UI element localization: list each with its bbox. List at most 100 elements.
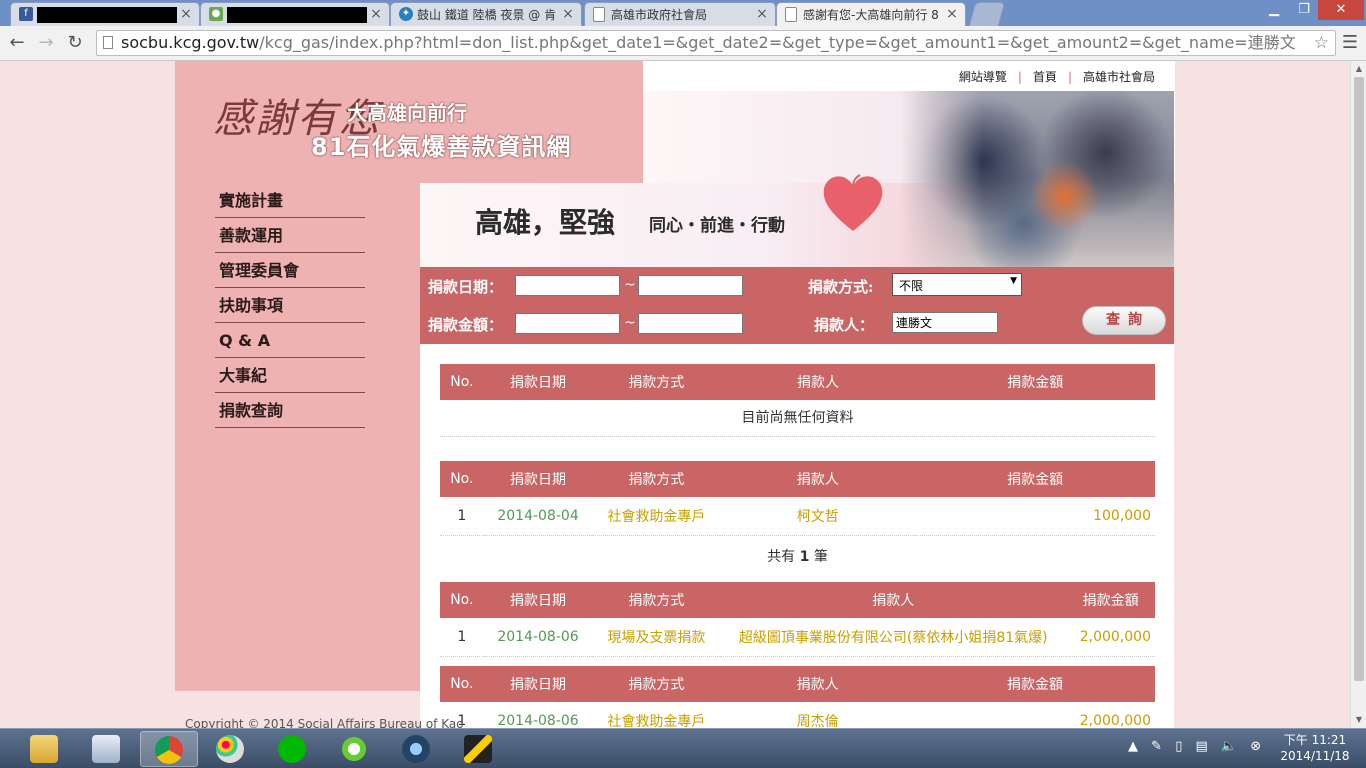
clock-time: 下午 11:21	[1283, 733, 1347, 747]
window-close-icon[interactable]: ✕	[1318, 0, 1364, 20]
menu-icon[interactable]: ☰	[1340, 31, 1360, 55]
taskbar-explorer[interactable]	[16, 731, 74, 767]
cell-amount: 2,000,000	[915, 702, 1155, 728]
result-count: 共有 1 筆	[440, 546, 1155, 566]
link-home[interactable]: 首頁	[1033, 70, 1057, 84]
taskbar-media[interactable]	[388, 731, 446, 767]
minimize-icon[interactable]: ▁	[1260, 0, 1288, 20]
sidebar-nav: 實施計畫 善款運用 管理委員會 扶助事項 Q & A 大事紀 捐款查詢	[215, 184, 365, 429]
tab-1[interactable]: f ×	[10, 2, 200, 26]
tab-5-active[interactable]: 感謝有您-大高雄向前行 8 ×	[776, 2, 966, 26]
col-amount: 捐款金額	[1007, 677, 1063, 693]
maps-icon: ●	[209, 7, 223, 21]
tab-title-redacted	[37, 7, 177, 23]
page-icon	[593, 7, 605, 22]
amount-to-input[interactable]	[638, 313, 743, 334]
site-container: 感謝有您 大高雄向前行 81石化氣爆善款資訊網 高雄，堅強 同心・前進・行動 網…	[175, 61, 1175, 728]
col-type: 捐款方式	[628, 375, 685, 391]
tilde: ~	[624, 315, 636, 331]
cell-type: 社會救助金專戶	[592, 497, 721, 536]
bookmark-star-icon[interactable]: ☆	[1314, 33, 1329, 53]
col-date: 捐款日期	[509, 375, 566, 391]
clock[interactable]: 下午 11:21 2014/11/18	[1270, 732, 1360, 764]
nav-item-committee[interactable]: 管理委員會	[215, 254, 365, 288]
close-tab-icon[interactable]: ×	[945, 6, 959, 22]
select-value: 不限	[899, 279, 924, 293]
nav-item-assistance[interactable]: 扶助事項	[215, 289, 365, 323]
close-tab-icon[interactable]: ×	[179, 6, 193, 22]
col-no: No.	[450, 471, 474, 487]
link-sitemap[interactable]: 網站導覽	[959, 70, 1007, 84]
table-header: No. 捐款日期 捐款方式 捐款人 捐款金額	[440, 666, 1155, 702]
tab-2[interactable]: ● ×	[200, 2, 390, 26]
cell-amount: 100,000	[915, 497, 1155, 536]
facebook-icon: f	[19, 7, 33, 21]
tray-arrow-icon[interactable]: ▲	[1128, 739, 1138, 754]
back-arrow-icon[interactable]: ←	[5, 31, 29, 55]
cell-type: 現場及支票捐款	[592, 618, 721, 657]
link-social-bureau[interactable]: 高雄市社會局	[1083, 70, 1155, 84]
results-table-3: No. 捐款日期 捐款方式 捐款人 捐款金額 1 2014-08-06 現場及支…	[440, 582, 1155, 657]
tray-close-icon[interactable]: ⊗	[1250, 739, 1261, 754]
scroll-up-icon[interactable]: ▲	[1351, 62, 1366, 76]
tab-strip: f × ● × ✦ 鼓山 鐵道 陸橋 夜景 @ 肯 × 高雄市政府社會局 × 感…	[0, 0, 1366, 26]
vertical-scrollbar[interactable]: ▲ ▼	[1350, 61, 1366, 728]
summary-prefix: 共有	[767, 549, 800, 565]
nav-item-timeline[interactable]: 大事紀	[215, 359, 365, 393]
donor-name-input[interactable]	[892, 312, 998, 333]
taskbar-chrome[interactable]	[140, 731, 198, 767]
col-donor: 捐款人	[796, 375, 839, 391]
page-viewport: 感謝有您 大高雄向前行 81石化氣爆善款資訊網 高雄，堅強 同心・前進・行動 網…	[0, 61, 1350, 728]
tray-phone-icon[interactable]: ▯	[1175, 739, 1182, 754]
tray-network-icon[interactable]: ▤	[1195, 739, 1207, 754]
date-to-input[interactable]	[638, 275, 743, 296]
results-table-1: No. 捐款日期 捐款方式 捐款人 捐款金額	[440, 364, 1155, 400]
cell-type: 社會救助金專戶	[592, 702, 721, 728]
close-tab-icon[interactable]: ×	[369, 6, 383, 22]
donation-type-select[interactable]: 不限 ▼	[892, 273, 1022, 296]
search-button[interactable]: 查詢	[1082, 306, 1166, 335]
dropdown-arrow-icon: ▼	[1010, 276, 1017, 286]
maximize-icon[interactable]: ❐	[1290, 0, 1318, 20]
reload-icon[interactable]: ↻	[63, 31, 87, 55]
site-title: 81石化氣爆善款資訊網	[311, 133, 572, 161]
system-tray: ▲ ✎ ▯ ▤ 🔈 ⊗	[1128, 739, 1270, 754]
page-icon	[785, 7, 797, 22]
col-donor: 捐款人	[796, 472, 839, 488]
taskbar-app-2[interactable]	[450, 731, 508, 767]
nav-item-fund-usage[interactable]: 善款運用	[215, 219, 365, 253]
taskbar-line[interactable]	[264, 731, 322, 767]
col-no: No.	[450, 374, 474, 390]
address-bar[interactable]: socbu.kcg.gov.tw/kcg_gas/index.php?html=…	[96, 30, 1336, 56]
nav-item-plan[interactable]: 實施計畫	[215, 184, 365, 218]
date-from-input[interactable]	[515, 275, 620, 296]
separator: |	[1067, 70, 1072, 84]
tab-4[interactable]: 高雄市政府社會局 ×	[584, 2, 776, 26]
cell-date: 2014-08-06	[483, 702, 593, 728]
nav-item-qa[interactable]: Q & A	[215, 324, 365, 358]
heart-icon	[823, 174, 883, 231]
type-label: 捐款方式:	[808, 278, 874, 296]
taskbar-app[interactable]	[326, 731, 384, 767]
taskbar-calculator[interactable]	[78, 731, 136, 767]
table-row: 1 2014-08-06 社會救助金專戶 周杰倫 2,000,000	[440, 702, 1155, 728]
tray-pen-icon[interactable]: ✎	[1151, 739, 1162, 754]
nav-item-donation-search[interactable]: 捐款查詢	[215, 394, 365, 428]
site-tagline: 大高雄向前行	[347, 101, 467, 125]
taskbar-paint[interactable]	[202, 731, 260, 767]
cell-donor: 周杰倫	[720, 702, 916, 728]
scroll-thumb[interactable]	[1354, 77, 1364, 681]
clock-date: 2014/11/18	[1280, 749, 1350, 763]
blog-icon: ✦	[399, 7, 413, 21]
forward-arrow-icon[interactable]: →	[34, 31, 58, 55]
rescue-photo	[900, 91, 1174, 267]
new-tab-button[interactable]	[968, 2, 1006, 26]
volume-icon[interactable]: 🔈	[1221, 739, 1237, 754]
table-header: No. 捐款日期 捐款方式 捐款人 捐款金額	[440, 461, 1155, 497]
close-tab-icon[interactable]: ×	[755, 6, 769, 22]
scroll-down-icon[interactable]: ▼	[1351, 713, 1366, 727]
col-amount: 捐款金額	[1007, 375, 1064, 391]
amount-from-input[interactable]	[515, 313, 620, 334]
tab-3[interactable]: ✦ 鼓山 鐵道 陸橋 夜景 @ 肯 ×	[390, 2, 582, 26]
close-tab-icon[interactable]: ×	[561, 6, 575, 22]
